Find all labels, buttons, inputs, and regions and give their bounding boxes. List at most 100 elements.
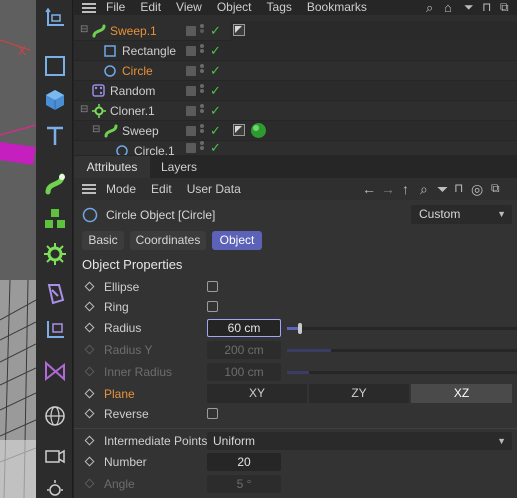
edit-flag-icon[interactable] — [186, 85, 196, 96]
keyframe-diamond-icon[interactable] — [84, 435, 95, 446]
tab-basic[interactable]: Basic — [82, 231, 124, 250]
object-row-circle-1[interactable]: Circle.1 ✓ — [74, 141, 517, 156]
coordinate-system-icon[interactable] — [39, 2, 70, 33]
edit-flag-icon[interactable] — [186, 105, 196, 116]
object-name[interactable]: Random — [110, 84, 155, 98]
visibility-dots-icon[interactable] — [200, 43, 204, 58]
up-arrow-icon[interactable]: ↑ — [402, 181, 409, 197]
edit-flag-icon[interactable] — [186, 25, 196, 36]
keyframe-diamond-icon[interactable] — [84, 281, 95, 292]
deformer-icon[interactable] — [39, 278, 70, 309]
object-name[interactable]: Circle — [122, 64, 153, 78]
back-arrow-icon[interactable]: ← — [362, 181, 376, 197]
target-icon[interactable]: ◎ — [471, 181, 483, 198]
object-row-rectangle[interactable]: Rectangle ✓ — [74, 41, 517, 61]
edit-flag-icon[interactable] — [186, 65, 196, 76]
object-name[interactable]: Cloner.1 — [110, 104, 155, 118]
visibility-dots-icon[interactable] — [200, 141, 204, 155]
keyframe-diamond-icon[interactable] — [84, 301, 95, 312]
visibility-dots-icon[interactable] — [200, 123, 204, 138]
collapse-toggle-icon[interactable]: ⊟ — [80, 24, 88, 35]
object-row-sweep[interactable]: ⊟ Sweep ✓ — [74, 121, 517, 141]
plane-option-xy[interactable]: XY — [207, 384, 308, 403]
menu-edit[interactable]: Edit — [140, 0, 161, 15]
visibility-dots-icon[interactable] — [200, 23, 204, 38]
hamburger-menu-icon[interactable] — [82, 2, 96, 13]
object-row-random[interactable]: Random ✓ — [74, 81, 517, 101]
enabled-check-icon[interactable]: ✓ — [210, 43, 221, 59]
enabled-check-icon[interactable]: ✓ — [210, 141, 221, 155]
tab-attributes[interactable]: Attributes — [74, 156, 150, 178]
radius-input[interactable]: 60 cm — [207, 319, 281, 337]
material-tag-icon[interactable] — [250, 122, 267, 139]
text-icon[interactable] — [39, 120, 70, 151]
new-window-icon[interactable]: ⧉ — [500, 0, 509, 15]
ring-checkbox[interactable] — [207, 301, 218, 312]
visibility-dots-icon[interactable] — [200, 83, 204, 98]
axis-tool-icon[interactable] — [39, 314, 70, 345]
light-icon[interactable] — [39, 472, 70, 498]
enabled-check-icon[interactable]: ✓ — [210, 63, 221, 79]
ellipse-checkbox[interactable] — [207, 281, 218, 292]
slider-knob[interactable] — [298, 323, 302, 334]
phong-tag-icon[interactable] — [233, 124, 245, 136]
mograph-cloner-icon[interactable] — [39, 203, 70, 234]
keyframe-diamond-icon[interactable] — [84, 408, 95, 419]
radius-slider[interactable] — [287, 323, 517, 334]
object-row-sweep-1[interactable]: ⊟ Sweep.1 ✓ — [74, 21, 517, 41]
visibility-dots-icon[interactable] — [200, 63, 204, 78]
collapse-toggle-icon[interactable]: ⊟ — [92, 124, 100, 135]
keyframe-diamond-icon[interactable] — [84, 388, 95, 399]
search-icon[interactable]: ⌕ — [420, 181, 428, 198]
object-name[interactable]: Sweep — [122, 124, 159, 138]
menu-user-data[interactable]: User Data — [187, 182, 241, 197]
lock-icon[interactable]: ⊓ — [454, 181, 463, 195]
tab-object[interactable]: Object — [212, 231, 262, 250]
lock-icon[interactable]: ⊓ — [482, 0, 491, 14]
enabled-check-icon[interactable]: ✓ — [210, 83, 221, 99]
menu-edit[interactable]: Edit — [151, 182, 172, 197]
object-name[interactable]: Sweep.1 — [110, 24, 157, 38]
number-input[interactable]: 20 — [207, 453, 281, 471]
object-name[interactable]: Rectangle — [122, 44, 176, 58]
menu-file[interactable]: File — [106, 0, 125, 15]
hamburger-menu-icon[interactable] — [82, 184, 96, 194]
intermediate-points-select[interactable]: Uniform ▼ — [207, 432, 512, 450]
enabled-check-icon[interactable]: ✓ — [210, 123, 221, 139]
menu-view[interactable]: View — [176, 0, 202, 15]
edit-flag-icon[interactable] — [186, 143, 196, 153]
collapse-toggle-icon[interactable]: ⊟ — [80, 104, 88, 115]
edit-flag-icon[interactable] — [186, 125, 196, 136]
object-row-circle[interactable]: Circle ✓ — [74, 61, 517, 81]
sweep-tool-icon[interactable] — [39, 168, 70, 199]
reverse-checkbox[interactable] — [207, 408, 218, 419]
keyframe-diamond-icon[interactable] — [84, 456, 95, 467]
search-icon[interactable]: ⌕ — [426, 0, 433, 16]
filter-icon[interactable]: ⏷ — [437, 181, 448, 198]
edit-flag-icon[interactable] — [186, 45, 196, 56]
object-name[interactable]: Circle.1 — [134, 144, 175, 155]
menu-object[interactable]: Object — [217, 0, 252, 15]
menu-tags[interactable]: Tags — [267, 0, 292, 15]
effector-icon[interactable] — [39, 238, 70, 269]
viewport[interactable]: X — [0, 0, 36, 498]
mode-select[interactable]: Custom ▼ — [411, 205, 512, 224]
menu-bookmarks[interactable]: Bookmarks — [307, 0, 367, 15]
phong-tag-icon[interactable] — [233, 24, 245, 36]
forward-arrow-icon[interactable]: → — [381, 181, 395, 197]
filter-icon[interactable]: ⏷ — [464, 0, 474, 15]
scene-globe-icon[interactable] — [39, 400, 70, 431]
tab-layers[interactable]: Layers — [154, 156, 204, 178]
plane-option-xz[interactable]: XZ — [411, 384, 512, 403]
keyframe-diamond-icon[interactable] — [84, 322, 95, 333]
rectangle-selection-icon[interactable] — [39, 50, 70, 81]
spline-tool-icon[interactable] — [39, 355, 70, 386]
home-icon[interactable]: ⌂ — [444, 0, 452, 15]
camera-icon[interactable] — [39, 440, 70, 471]
cube-icon[interactable] — [39, 84, 70, 115]
enabled-check-icon[interactable]: ✓ — [210, 103, 221, 119]
plane-option-zy[interactable]: ZY — [309, 384, 410, 403]
new-window-icon[interactable]: ⧉ — [491, 181, 500, 196]
menu-mode[interactable]: Mode — [106, 182, 136, 197]
tab-coordinates[interactable]: Coordinates — [130, 231, 206, 250]
